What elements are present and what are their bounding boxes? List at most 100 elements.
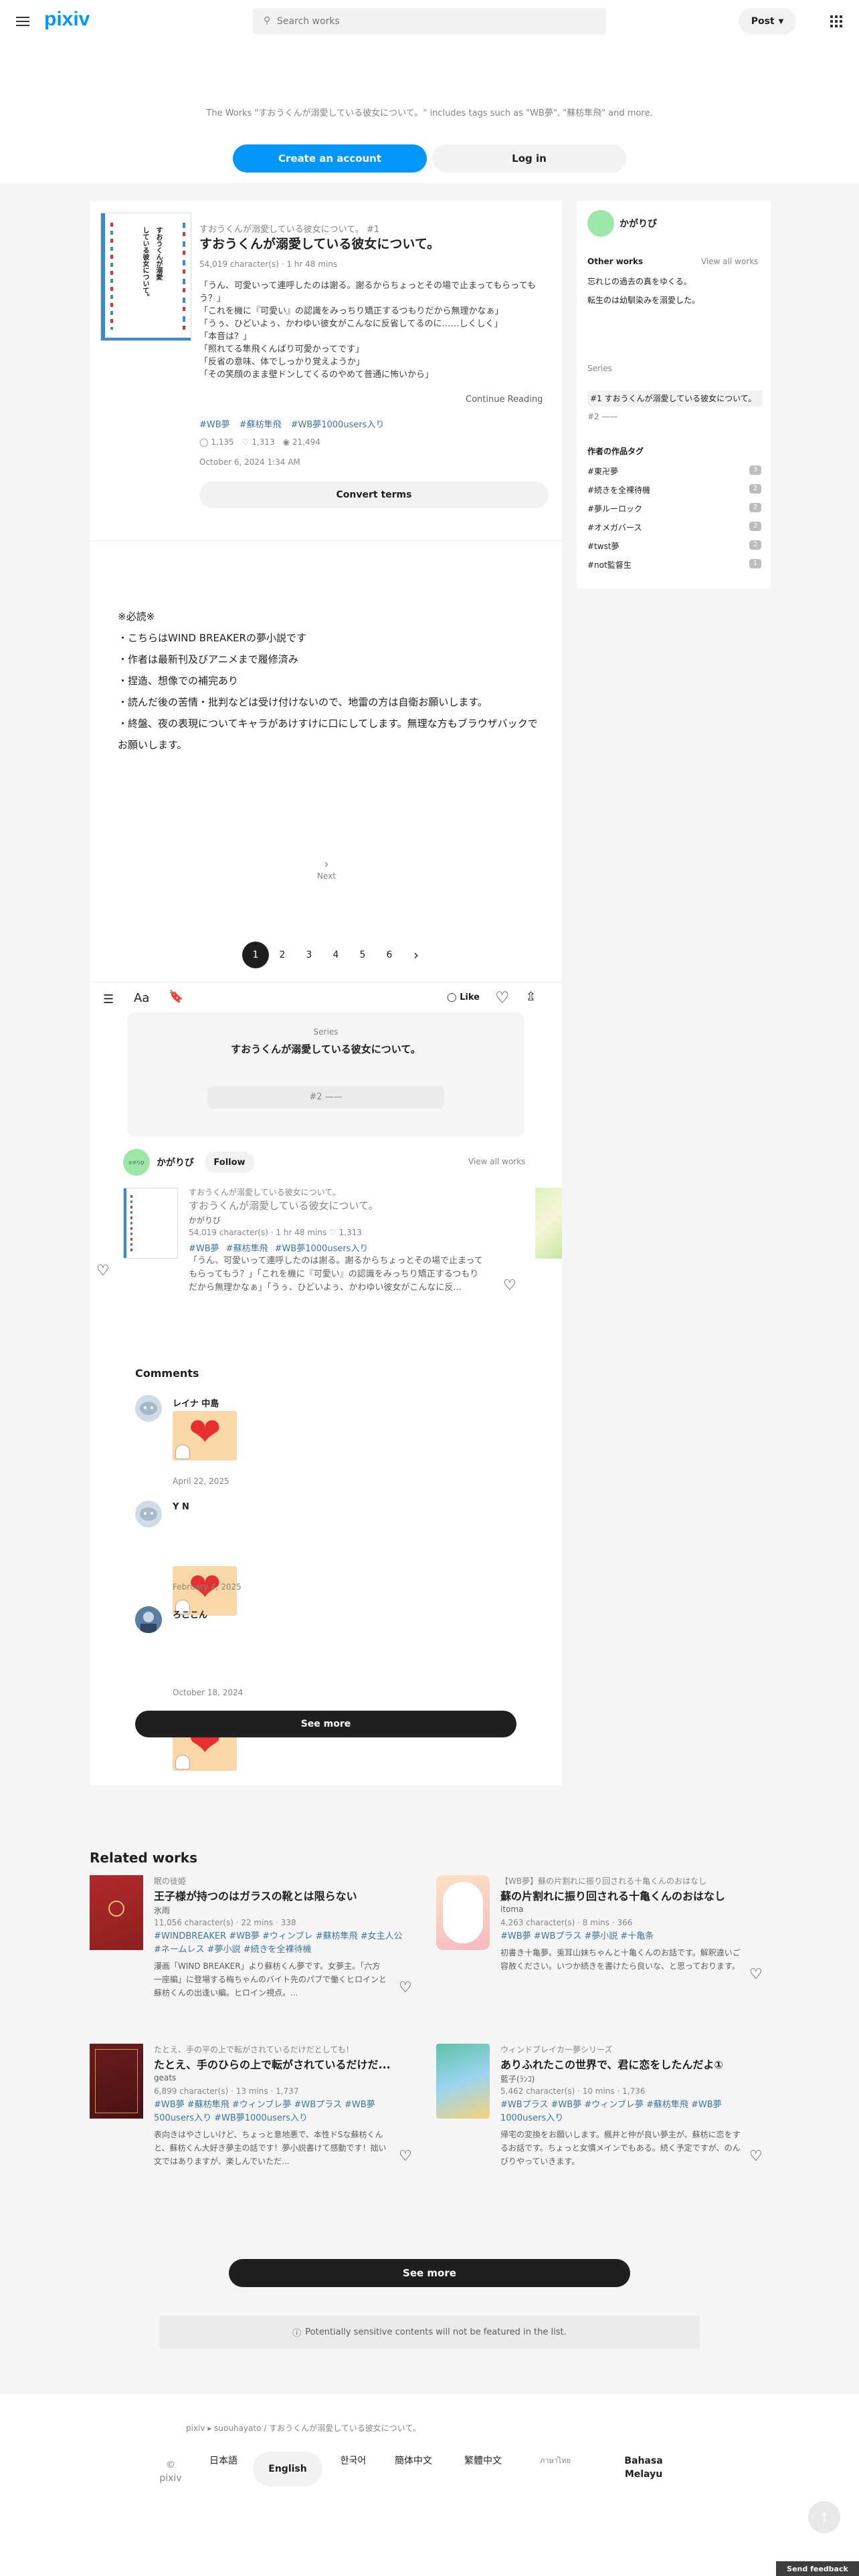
related-cover[interactable] (90, 2044, 143, 2119)
heart-icon[interactable]: ♡ (749, 1966, 763, 1983)
series-next-item[interactable]: #2 —— (207, 1086, 444, 1109)
novel-cover[interactable]: すおうくんが溺愛 している彼女について。 (100, 213, 191, 341)
bookmark-icon[interactable]: 🔖 (169, 990, 183, 1004)
related-work-card[interactable]: 【WB夢】蘇の片割れに振り回される十亀くんのおはなし 蘇の片割れに振り回される十… (436, 1875, 771, 2009)
sidebar-tag[interactable]: #オメガバース 2 (587, 522, 761, 540)
create-account-button[interactable]: Create an account (233, 144, 427, 173)
related-series[interactable]: たとえ、手の平の上で転がされているだけだとしても！ (154, 2044, 354, 2055)
sidebar-tag[interactable]: #not監督生 1 (587, 559, 761, 578)
follow-button[interactable]: Follow (205, 1152, 254, 1173)
related-tags[interactable]: #WB夢 #WBプラス #夢小説 #十亀条 (500, 1930, 755, 1943)
tag-link[interactable]: #WB夢 (199, 417, 230, 430)
font-size-icon[interactable]: Aa (134, 991, 149, 1005)
sidebar-tag[interactable]: #twst夢 2 (587, 540, 761, 559)
commenter-name[interactable]: レイナ 中島 (173, 1396, 219, 1409)
see-more-comments-button[interactable]: See more (135, 1711, 516, 1737)
tag-link[interactable]: #WB夢1000users入り (291, 417, 385, 430)
feedback-button[interactable]: Send feedback (776, 2561, 859, 2576)
page-4[interactable]: 4 (322, 942, 349, 968)
series-label[interactable]: すおうくんが溺愛している彼女について。 #1 (199, 222, 379, 235)
continue-reading-link[interactable]: Continue Reading (466, 395, 543, 405)
view-all-works-link[interactable]: View all works (468, 1157, 525, 1166)
heart-icon[interactable]: ♡ (399, 2148, 412, 2165)
lang-ja[interactable]: 日本語 (207, 2454, 240, 2468)
tag-link[interactable]: #WB夢1000users入り (275, 1241, 369, 1254)
breadcrumb-user[interactable]: suouhayato (214, 2424, 261, 2433)
tag-link[interactable]: #WB夢 (189, 1241, 219, 1254)
share-icon[interactable]: ⇫ (526, 990, 536, 1004)
related-title[interactable]: 蘇の片割れに振り回される十亀くんのおはなし (500, 1887, 725, 1903)
sidebar-tag[interactable]: #夢ルーロック 2 (587, 503, 761, 522)
commenter-name[interactable]: ろここん (173, 1608, 207, 1620)
post-button[interactable]: Post ▼ (739, 8, 796, 35)
heart-icon[interactable]: ♡ (503, 1277, 516, 1294)
avatar[interactable] (135, 1606, 162, 1633)
tag-link[interactable]: #蘇枋隼飛 (226, 1241, 268, 1254)
page-1[interactable]: 1 (242, 942, 269, 968)
related-tags[interactable]: #WB夢 #蘇枋隼飛 #ウィンブレ夢 #WBプラス #WB夢500users入り… (154, 2099, 408, 2125)
other-work-item[interactable]: 忘れじの過去の真をゆくる。 (587, 276, 692, 287)
sidebar-author-name[interactable]: かがりび (619, 217, 657, 230)
sidebar-series-current[interactable]: #1 すおうくんが溺愛している彼女について。 (587, 391, 763, 407)
related-title[interactable]: 王子様が持つのはガラスの靴とは限らない (154, 1887, 419, 1903)
next-work-thumbnail[interactable] (535, 1188, 562, 1259)
work-thumbnail[interactable] (123, 1188, 178, 1259)
related-work-card[interactable]: ウィンドブレイカー夢シリーズ ありふれたこの世界で、君に恋をしたんだよ① 藍子(… (436, 2044, 771, 2177)
lang-en[interactable]: English (253, 2452, 322, 2486)
related-work-card[interactable]: たとえ、手の平の上で転がされているだけだとしても！ たとえ、手のひらの上で転がさ… (90, 2044, 419, 2177)
related-series[interactable]: 眠の徒姫 (154, 1875, 186, 1887)
page-5[interactable]: 5 (349, 942, 376, 968)
lang-zh-tw[interactable]: 繁體中文 (464, 2454, 502, 2468)
view-all-works-link[interactable]: View all works (701, 257, 758, 266)
related-series[interactable]: 【WB夢】蘇の片割れに振り回される十亀くんのおはなし (500, 1875, 771, 1887)
related-tags[interactable]: #WBプラス #WB夢 #ウィンブレ夢 #蘇枋隼飛 #WB夢1000users入… (500, 2099, 748, 2125)
work-author[interactable]: かがりび (189, 1214, 221, 1226)
related-author[interactable]: 氷雨 (154, 1905, 170, 1916)
page-6[interactable]: 6 (376, 942, 403, 968)
lang-ko[interactable]: 한국어 (335, 2454, 372, 2468)
heart-icon[interactable]: ♡ (495, 988, 510, 1007)
author-name[interactable]: かがりび (157, 1156, 194, 1169)
tag-link[interactable]: #蘇枋隼飛 (240, 417, 282, 430)
heart-icon[interactable]: ♡ (749, 2148, 763, 2165)
related-title[interactable]: ありふれたこの世界で、君に恋をしたんだよ① (500, 2056, 723, 2072)
other-work-item[interactable]: 転生のは幼馴染みを溺愛した。 (587, 294, 700, 306)
author-avatar[interactable] (587, 210, 614, 237)
related-author[interactable]: geats (154, 2073, 176, 2082)
like-button[interactable]: ◯ Like (447, 992, 480, 1002)
work-title[interactable]: すおうくんが溺愛している彼女について。 (189, 1198, 379, 1212)
author-avatar[interactable]: かがりび (123, 1149, 150, 1176)
login-button[interactable]: Log in (432, 144, 626, 173)
work-series[interactable]: すおうくんが溺愛している彼女について。 (189, 1186, 341, 1198)
see-more-related-button[interactable]: See more (229, 2259, 630, 2287)
list-icon[interactable]: ☰ (103, 992, 114, 1006)
heart-icon[interactable]: ♡ (399, 1979, 412, 1996)
menu-icon[interactable] (15, 13, 31, 29)
related-cover[interactable] (90, 1875, 143, 1950)
page-2[interactable]: 2 (269, 942, 296, 968)
search-box[interactable]: ⚲ (253, 8, 606, 35)
commenter-name[interactable]: Y N (173, 1502, 189, 1512)
sidebar-tag[interactable]: #続きを全裸待機 2 (587, 484, 761, 503)
pixiv-logo[interactable]: pixiv (44, 8, 90, 31)
sidebar-tag[interactable]: #東卍夢 3 (587, 465, 761, 484)
related-author[interactable]: itoma (500, 1905, 523, 1914)
related-series[interactable]: ウィンドブレイカー夢シリーズ (500, 2044, 612, 2055)
search-input[interactable] (277, 13, 598, 29)
related-author[interactable]: 藍子(ﾗﾝｺ) (500, 2073, 535, 2084)
avatar[interactable] (135, 1501, 162, 1527)
breadcrumb-root[interactable]: pixiv (186, 2424, 205, 2433)
lang-ms[interactable]: Bahasa Melayu (615, 2454, 672, 2481)
heart-icon[interactable]: ♡ (96, 1263, 110, 1279)
related-tags[interactable]: #WINDBREAKER #WB夢 #ウィンブレ #蘇枋隼飛 #女主人公 #ネー… (154, 1930, 408, 1957)
series-box-title[interactable]: すおうくんが溺愛している彼女について。 (127, 1042, 524, 1056)
related-cover[interactable] (436, 2044, 490, 2119)
next-page-button[interactable]: › Next (301, 857, 352, 881)
related-work-card[interactable]: 眠の徒姫 王子様が持つのはガラスの靴とは限らない 氷雨 11,056 chara… (90, 1875, 419, 2009)
lang-zh-cn[interactable]: 簡体中文 (395, 2454, 432, 2468)
related-title[interactable]: たとえ、手のひらの上で転がされているだけだ... (154, 2056, 419, 2072)
chevron-right-icon[interactable]: › (403, 942, 430, 968)
page-3[interactable]: 3 (296, 942, 322, 968)
lang-th[interactable]: ภาษาไทย (537, 2454, 574, 2468)
scroll-top-button[interactable]: ↑ (808, 2501, 840, 2533)
